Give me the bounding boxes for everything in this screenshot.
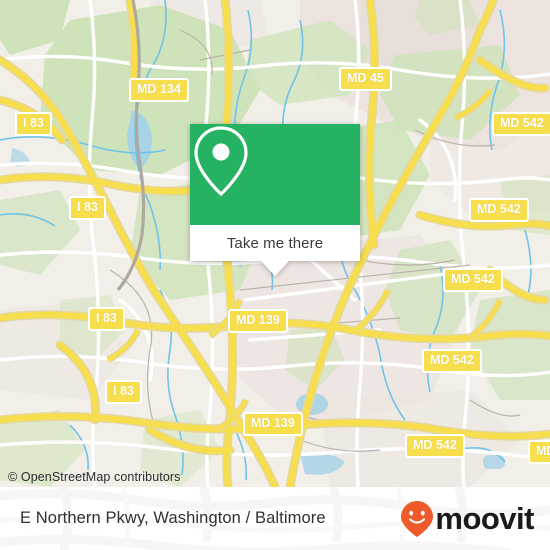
road-shield-md-542-c[interactable]: MD 542 bbox=[443, 268, 503, 292]
map-canvas[interactable]: MD 134 MD 45 I 83 MD 542 I 83 MD 542 MD … bbox=[0, 0, 550, 487]
location-title: E Northern Pkwy, Washington / Baltimore bbox=[20, 509, 326, 527]
road-shield-md-134[interactable]: MD 134 bbox=[129, 78, 189, 102]
callout-pointer bbox=[261, 261, 289, 276]
callout-card-header bbox=[190, 124, 360, 225]
location-callout-card[interactable]: Take me there bbox=[190, 124, 360, 276]
moovit-map-screenshot: MD 134 MD 45 I 83 MD 542 I 83 MD 542 MD … bbox=[0, 0, 550, 550]
moovit-smiley-pin-icon bbox=[401, 500, 434, 537]
road-shield-i-83-d[interactable]: I 83 bbox=[105, 380, 142, 404]
road-shield-md-partial[interactable]: MD bbox=[528, 440, 550, 464]
callout-card-action[interactable]: Take me there bbox=[190, 225, 360, 276]
road-shield-md-139-a[interactable]: MD 139 bbox=[228, 309, 288, 333]
road-shield-md-45[interactable]: MD 45 bbox=[339, 67, 392, 91]
road-shield-i-83-b[interactable]: I 83 bbox=[69, 196, 106, 220]
road-shield-md-542-e[interactable]: MD 542 bbox=[405, 434, 465, 458]
road-shield-i-83-a[interactable]: I 83 bbox=[15, 112, 52, 136]
road-shield-md-542-a[interactable]: MD 542 bbox=[492, 112, 550, 136]
road-shield-md-542-b[interactable]: MD 542 bbox=[469, 198, 529, 222]
moovit-wordmark: moovit bbox=[435, 501, 534, 536]
moovit-brand[interactable]: moovit bbox=[400, 500, 534, 538]
road-shield-md-139-b[interactable]: MD 139 bbox=[243, 412, 303, 436]
osm-attribution[interactable]: © OpenStreetMap contributors bbox=[8, 470, 181, 484]
road-shield-md-542-d[interactable]: MD 542 bbox=[422, 349, 482, 373]
location-pin-icon bbox=[194, 126, 248, 197]
take-me-there-label: Take me there bbox=[226, 234, 324, 252]
road-shield-i-83-c[interactable]: I 83 bbox=[88, 307, 125, 331]
footer-bar: E Northern Pkwy, Washington / Baltimore … bbox=[0, 487, 550, 550]
